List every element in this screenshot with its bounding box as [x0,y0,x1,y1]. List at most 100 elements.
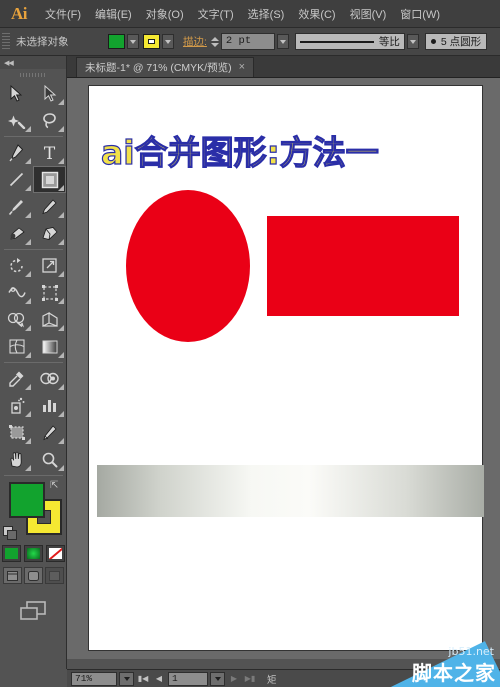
stroke-dropdown-icon[interactable] [162,34,174,49]
svg-text:T: T [44,144,56,161]
blob-brush-tool[interactable] [0,220,33,247]
stroke-weight-input[interactable]: 2 pt [220,33,275,50]
next-page-icon[interactable]: ▶ [227,672,241,686]
menu-window[interactable]: 窗口(W) [393,0,447,28]
mesh-tool[interactable] [0,333,33,360]
shape-builder-tool[interactable] [0,306,33,333]
blend-tool[interactable] [33,365,66,392]
color-mode-gradient[interactable] [23,545,43,562]
default-fill-stroke-icon[interactable] [3,526,17,540]
control-bar-grip[interactable] [2,32,10,51]
menu-file[interactable]: 文件(F) [38,0,88,28]
gradient-tool[interactable] [33,333,66,360]
brush-definition-select[interactable]: 5 点圆形 [424,33,488,50]
tools-divider-2 [3,249,63,250]
tools-panel-grip[interactable] [0,69,66,80]
first-page-icon[interactable]: ▮◀ [136,672,150,686]
red-ellipse[interactable] [126,190,250,342]
artboard-tool[interactable] [0,419,33,446]
document-tab-bar: 未标题-1* @ 71% (CMYK/预览) × [67,56,500,78]
color-mode-none[interactable] [45,545,65,562]
free-transform-tool[interactable] [33,279,66,306]
menu-effect[interactable]: 效果(C) [291,0,342,28]
eyedropper-tool[interactable] [0,365,33,392]
status-bar: 71% ▮◀ ◀ 1 ▶ ▶▮ 矩 [67,669,500,687]
color-mode-row [0,545,66,562]
selection-tool[interactable] [0,80,33,107]
brush-definition-label: 5 点圆形 [440,36,482,48]
zoom-tool[interactable] [33,446,66,473]
tools-panel-collapse-icon[interactable] [0,56,66,69]
fill-color-swatch[interactable] [108,34,125,49]
menu-select[interactable]: 选择(S) [241,0,292,28]
menu-bar: Ai 文件(F) 编辑(E) 对象(O) 文字(T) 选择(S) 效果(C) 视… [0,0,500,28]
pencil-tool[interactable] [33,193,66,220]
rectangle-tool[interactable] [33,166,66,193]
tools-grid-group-3 [0,252,67,360]
width-tool[interactable] [0,279,33,306]
slice-tool[interactable] [33,419,66,446]
close-icon[interactable]: × [239,62,245,73]
screen-mode-normal[interactable] [2,567,22,584]
last-page-icon[interactable]: ▶▮ [243,672,257,686]
zoom-dropdown-icon[interactable] [119,671,134,686]
artwork-title-text[interactable]: ai合并图形:方法一 [100,126,379,174]
menu-view[interactable]: 视图(V) [343,0,394,28]
menu-type[interactable]: 文字(T) [191,0,241,28]
lasso-tool[interactable] [33,107,66,134]
selection-status-label: 未选择对象 [16,36,69,48]
page-number-input[interactable]: 1 [168,671,208,686]
tools-divider-4 [3,475,63,476]
screen-mode-full[interactable] [44,567,64,584]
tools-divider-1 [3,136,63,137]
zoom-level-input[interactable]: 71% [71,671,117,686]
tools-grid-group-4 [0,365,67,473]
red-rectangle[interactable] [267,216,459,316]
fill-stroke-indicator: ⇱ [0,479,67,541]
color-mode-flat[interactable] [1,545,21,562]
eraser-tool[interactable] [33,220,66,247]
brush-preview-icon [430,39,436,44]
control-bar: 未选择对象 描边: 2 pt 等比 5 点圆形 [0,28,500,56]
gradient-bar[interactable] [97,465,484,517]
stroke-weight-dropdown-icon[interactable] [276,34,289,49]
fill-color-indicator[interactable] [9,482,45,518]
type-tool[interactable]: T [33,139,66,166]
app-logo: Ai [11,3,28,23]
screen-mode-full-menu[interactable] [23,567,43,584]
fill-swatch-group [108,34,139,49]
illustrator-window: Ai 文件(F) 编辑(E) 对象(O) 文字(T) 选择(S) 效果(C) 视… [0,0,500,687]
tools-panel: T [0,56,67,669]
tools-grid-group-2: T [0,139,67,247]
change-screen-mode-button[interactable] [0,600,66,622]
pen-tool[interactable] [0,139,33,166]
perspective-grid-tool[interactable] [33,306,66,333]
stroke-color-swatch[interactable] [143,34,160,49]
rotate-tool[interactable] [0,252,33,279]
stroke-profile-preview-icon [299,40,374,43]
stroke-swatch-group [143,34,174,49]
document-tab[interactable]: 未标题-1* @ 71% (CMYK/预览) × [76,57,255,77]
canvas-area[interactable]: ai合并图形:方法一 [67,78,500,659]
page-dropdown-icon[interactable] [210,671,225,686]
direct-selection-tool[interactable] [33,80,66,107]
line-segment-tool[interactable] [0,166,33,193]
magic-wand-tool[interactable] [0,107,33,134]
stroke-weight-label[interactable]: 描边: [183,34,207,49]
stroke-profile-dropdown-icon[interactable] [406,34,419,49]
hand-tool[interactable] [0,446,33,473]
paintbrush-tool[interactable] [0,193,33,220]
tools-grid-group-1 [0,80,67,134]
status-message: 矩 [267,674,277,686]
stroke-weight-stepper[interactable] [210,34,220,50]
artboard[interactable]: ai合并图形:方法一 [88,85,484,651]
scale-tool[interactable] [33,252,66,279]
symbol-sprayer-tool[interactable] [0,392,33,419]
menu-object[interactable]: 对象(O) [139,0,191,28]
column-graph-tool[interactable] [33,392,66,419]
swap-fill-stroke-icon[interactable]: ⇱ [50,480,62,492]
previous-page-icon[interactable]: ◀ [152,672,166,686]
menu-edit[interactable]: 编辑(E) [88,0,139,28]
stroke-profile-select[interactable]: 等比 [294,33,405,50]
fill-dropdown-icon[interactable] [127,34,139,49]
